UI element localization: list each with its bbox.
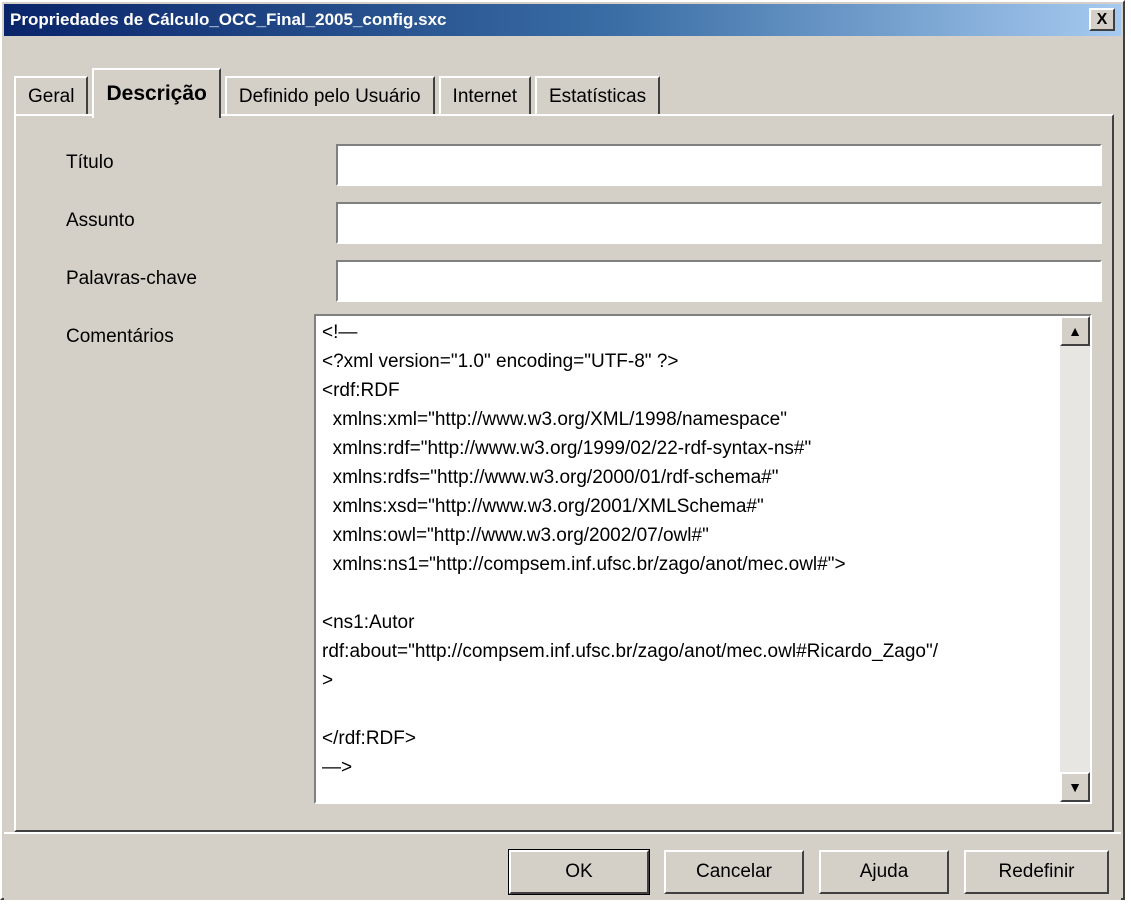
comentarios-text: <!— <?xml version="1.0" encoding="UTF-8"… [322, 322, 938, 778]
cancel-button[interactable]: Cancelar [664, 850, 804, 894]
comentarios-label: Comentários [66, 326, 174, 347]
palavras-chave-label: Palavras-chave [66, 268, 197, 289]
window-title: Propriedades de Cálculo_OCC_Final_2005_c… [10, 10, 447, 29]
tab-strip: Geral Descrição Definido pelo Usuário In… [14, 62, 664, 118]
properties-dialog: Propriedades de Cálculo_OCC_Final_2005_c… [0, 0, 1125, 900]
help-button[interactable]: Ajuda [819, 850, 949, 894]
comentarios-textarea[interactable]: <!— <?xml version="1.0" encoding="UTF-8"… [314, 314, 1092, 804]
button-bar: OK Cancelar Ajuda Redefinir [4, 832, 1121, 900]
tab-estatisticas[interactable]: Estatísticas [534, 76, 661, 116]
assunto-label: Assunto [66, 210, 135, 231]
title-bar[interactable]: Propriedades de Cálculo_OCC_Final_2005_c… [4, 4, 1121, 36]
reset-button[interactable]: Redefinir [964, 850, 1109, 894]
ok-button[interactable]: OK [508, 849, 650, 895]
close-icon: X [1096, 10, 1108, 28]
titulo-label: Título [66, 152, 114, 173]
titulo-field[interactable] [336, 144, 1102, 186]
vertical-scrollbar[interactable]: ▲ ▼ [1060, 316, 1090, 802]
assunto-field[interactable] [336, 202, 1102, 244]
up-arrow-icon[interactable]: ▲ [1060, 316, 1090, 346]
down-arrow-icon[interactable]: ▼ [1060, 772, 1090, 802]
close-button[interactable]: X [1089, 8, 1115, 31]
tab-internet[interactable]: Internet [438, 76, 531, 116]
tab-descricao[interactable]: Descrição [92, 68, 221, 118]
palavras-chave-field[interactable] [336, 260, 1102, 302]
tab-definido-pelo-usuario[interactable]: Definido pelo Usuário [224, 76, 435, 116]
tab-geral[interactable]: Geral [14, 76, 89, 116]
